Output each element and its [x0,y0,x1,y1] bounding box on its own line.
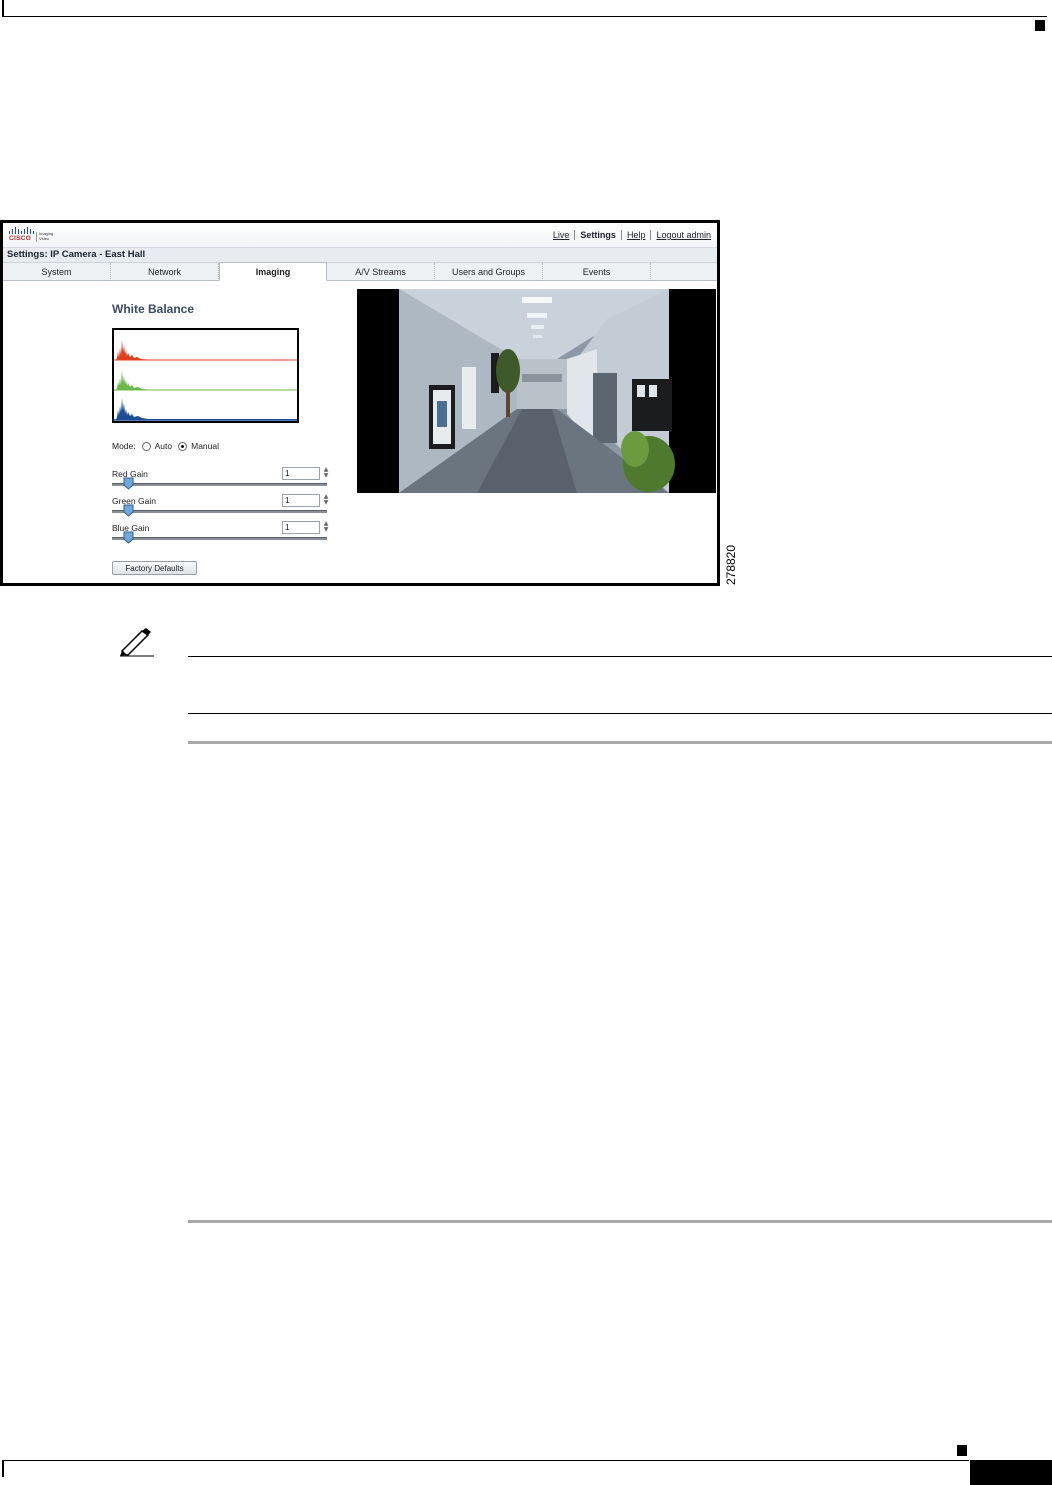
nav-separator [620,230,622,240]
white-balance-heading: White Balance [112,302,195,316]
red-gain-slider-track[interactable] [112,483,327,486]
figure-id: 278820 [724,544,738,586]
tab-system[interactable]: System [3,263,111,281]
rgb-histogram [112,328,299,423]
mode-manual-radio[interactable] [178,441,188,451]
section-separator [188,1220,1052,1223]
red-gain-input[interactable] [282,467,320,480]
tab-av-streams[interactable]: A/V Streams [327,263,435,281]
tab-network[interactable]: Network [111,263,219,281]
blue-gain-slider-track[interactable] [112,537,327,540]
green-gain-input[interactable] [282,494,320,507]
live-link[interactable]: Live [553,230,570,240]
nav-separator [650,230,652,240]
green-gain-slider-thumb[interactable] [123,504,134,517]
blue-gain-input[interactable] [282,521,320,534]
blue-gain-control: Blue Gain ▲▼ [112,521,330,549]
mode-selector: Mode: Auto Manual [112,441,219,451]
page-corner-mark [2,1460,4,1477]
logout-link[interactable]: Logout admin [656,230,711,240]
cisco-logo: CISCO Imaging Video [7,227,59,245]
note-top-rule [188,656,1052,657]
red-histogram-curve [116,340,297,360]
logo-divider [36,232,37,242]
green-gain-slider-track[interactable] [112,510,327,513]
blue-histogram-curve [116,398,297,420]
note-bottom-rule [188,713,1052,714]
blue-gain-spinner-icon[interactable]: ▲ ▼ [323,521,329,534]
mode-label: Mode: [112,441,136,451]
green-gain-spinner-icon[interactable]: ▲ ▼ [323,494,329,507]
settings-tabs: System Network Imaging A/V Streams Users… [3,262,717,281]
imaging-panel: White Balance Mode: Auto Manual Red Gain… [3,282,717,583]
logo-product-name: Imaging Video [39,231,54,241]
top-nav: Live Settings Help Logout admin [553,230,711,240]
green-gain-control: Green Gain ▲▼ [112,494,330,522]
settings-link[interactable]: Settings [580,230,616,240]
page-footer-marker [957,1445,967,1456]
mode-manual-label[interactable]: Manual [191,441,219,451]
red-gain-spinner-icon[interactable]: ▲ ▼ [323,467,329,480]
note-pencil-icon [120,628,154,657]
nav-separator [574,230,576,240]
tab-users-and-groups[interactable]: Users and Groups [435,263,543,281]
logo-wordmark: CISCO [9,235,32,242]
tab-events[interactable]: Events [543,263,651,281]
page-header-marker [1035,20,1045,31]
page-title: Settings: IP Camera - East Hall [7,249,146,260]
factory-defaults-button[interactable]: Factory Defaults [112,561,197,575]
mode-auto-label[interactable]: Auto [155,441,173,451]
page-corner-mark [2,0,4,17]
tab-imaging[interactable]: Imaging [219,262,327,281]
green-histogram-curve [116,370,297,390]
camera-settings-screenshot: CISCO Imaging Video Live Settings Help L… [0,220,720,586]
page-title-bar: Settings: IP Camera - East Hall [3,248,717,263]
app-header: CISCO Imaging Video Live Settings Help L… [3,223,717,248]
page-number-tab [970,1460,1052,1485]
help-link[interactable]: Help [627,230,646,240]
blue-gain-slider-thumb[interactable] [123,531,134,544]
section-separator [188,741,1052,744]
red-gain-control: Red Gain ▲▼ [112,467,330,495]
red-gain-slider-thumb[interactable] [123,477,134,490]
mode-auto-radio[interactable] [141,441,151,451]
page-header-rule [2,16,1047,17]
page-footer-rule [2,1460,969,1461]
logo-bars-icon [9,227,34,234]
video-preview[interactable] [357,289,716,493]
